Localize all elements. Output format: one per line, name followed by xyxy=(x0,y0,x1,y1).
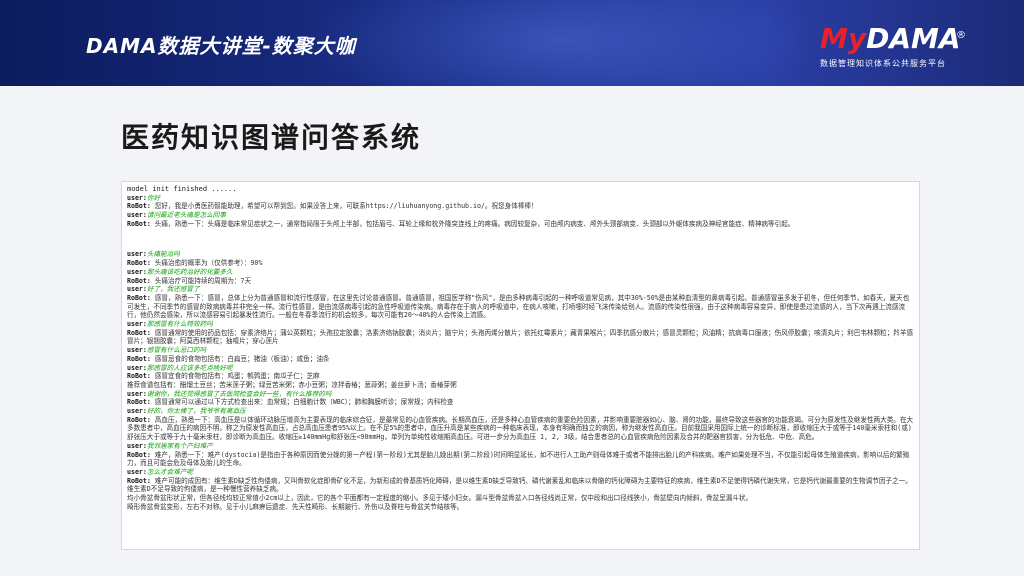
message-text: 感冒，熟悉一下：感冒，总体上分为普通感冒和流行性感冒，在这里先讨论普通感冒。普通… xyxy=(127,293,910,320)
user-message: user:那感冒的人应该多吃点啥好呢 xyxy=(127,364,915,373)
message-text: 我邻居家有个产妇难产 xyxy=(146,441,213,450)
bot-message: RoBot: 头痛治愈的概率为（仅供参考）：90% xyxy=(127,259,915,268)
user-prefix: user: xyxy=(127,250,147,259)
bot-message: RoBot: 感冒通常的使用的药品包括：穿素济络片；蒲公英颗粒；头孢拉定胶囊；洛… xyxy=(127,329,915,346)
user-prefix: user: xyxy=(127,346,147,355)
bot-prefix: RoBot: xyxy=(127,328,151,337)
bot-message: 推荐食谱包括有：醋熘土豆丝；苦米莲子粥；绿豆苦米粥；赤小豆粥；凉拌香椿；葱蒜粥；… xyxy=(127,381,915,390)
user-prefix: user: xyxy=(127,193,147,202)
message-text: 感冒宜食的食物包括有：鸡蛋；鹌鹑蛋；南瓜子仁；芝麻 xyxy=(150,372,320,381)
message-text: 好的，你太棒了，我爷爷有高血压 xyxy=(146,407,246,416)
message-text: 那头痛该吃药治好的化要多久 xyxy=(146,267,233,276)
user-prefix: user: xyxy=(127,407,147,416)
bot-prefix: RoBot: xyxy=(127,202,151,211)
message-text: 感冒有什么忌口的吗 xyxy=(146,346,207,355)
system-line: model init finished ...... xyxy=(127,185,237,193)
message-text: 均小骨盆骨盆形状正常，但各径线均较正常值小2cm以上，因此，它的各个平面都有一定… xyxy=(127,494,753,503)
bot-prefix: RoBot: xyxy=(127,415,151,424)
user-message: user:好的，你太棒了，我爷爷有高血压 xyxy=(127,407,915,416)
bot-prefix: RoBot: xyxy=(127,293,151,302)
bot-prefix: RoBot: xyxy=(127,259,151,268)
bot-prefix: RoBot: xyxy=(127,476,151,485)
dama-logo: MyDAMA ® 数据管理知识体系公共服务平台 xyxy=(820,24,1000,76)
page-title: 医药知识图谱问答系统 xyxy=(121,121,422,154)
console-output[interactable]: model init finished ...... user:你好 RoBot:… xyxy=(121,181,920,550)
user-prefix: user: xyxy=(127,320,147,329)
message-text: 头痛能治吗 xyxy=(146,250,180,259)
user-prefix: user: xyxy=(127,389,147,398)
message-text: 感冒忌食的食物包括有：白扁豆；猪油（板油）；咸鱼；油条 xyxy=(150,354,330,363)
message-text: 头痛，熟悉一下：头痛是临床常见症状之一，通常指局限于头颅上半部，包括眉弓、耳轮上… xyxy=(150,219,795,228)
user-message: user:我邻居家有个产妇难产 xyxy=(127,442,915,451)
user-message: user:那感冒有什么特效药吗 xyxy=(127,320,915,329)
message-text: 感冒通常的使用的药品包括：穿素济络片；蒲公英颗粒；头孢拉定胶囊；洛素济络钠胶囊；… xyxy=(127,328,914,346)
message-text: 那感冒的人应该多吃点啥好呢 xyxy=(146,363,233,372)
user-prefix: user: xyxy=(127,267,147,276)
bot-message: RoBot: 感冒通常可以通过以下方式检查出来：血常规；白细胞计数（WBC）；肺… xyxy=(127,398,915,407)
user-message: user:请问最近老头痛是怎么回事 xyxy=(127,211,915,220)
user-message: user:好了，我还感冒了 xyxy=(127,285,915,294)
header-glow xyxy=(300,0,820,86)
logo-wordmark: MyDAMA xyxy=(820,24,1000,54)
bot-message: RoBot: 感冒忌食的食物包括有：白扁豆；猪油（板油）；咸鱼；油条 xyxy=(127,355,915,364)
logo-dama: DAMA xyxy=(866,22,961,55)
logo-subtitle: 数据管理知识体系公共服务平台 xyxy=(820,59,946,68)
message-text: 你好 xyxy=(146,193,161,202)
message-text: 感冒通常可以通过以下方式检查出来：血常规；白细胞计数（WBC）；肺和胸膜听诊；尿… xyxy=(150,398,454,407)
user-message: user:感冒有什么忌口的吗 xyxy=(127,346,915,355)
bot-message: RoBot: 难产，熟悉一下：难产(dystocia)是指由于各种原因而使分娩的… xyxy=(127,451,915,468)
bot-message: RoBot: 高血压，熟悉一下：高血压是以体循环动脉压增高为主要表现的临床综合征… xyxy=(127,416,915,442)
message-text: 畸形骨盆骨盆变形，左右不对称。见于小儿麻痹后遗症、先天性畸形、长期跛行、外伤以及… xyxy=(127,502,464,511)
message-text: 头痛治愈的概率为（仅供参考）：90% xyxy=(150,259,263,268)
message-text: 怎么才会难产呢 xyxy=(146,467,194,476)
bot-message: RoBot: 感冒宜食的食物包括有：鸡蛋；鹌鹑蛋；南瓜子仁；芝麻 xyxy=(127,372,915,381)
bot-prefix: RoBot: xyxy=(127,276,151,285)
message-text: 高血压，熟悉一下：高血压是以体循环动脉压增高为主要表现的临床综合征，是最常见的心… xyxy=(127,415,914,442)
message-text: 谢谢你，我还觉得感冒了去医院检查会好一些，有什么推荐的吗 xyxy=(146,389,332,398)
user-message: user:那头痛该吃药治好的化要多久 xyxy=(127,268,915,277)
bot-prefix: RoBot: xyxy=(127,372,151,381)
user-prefix: user: xyxy=(127,211,147,220)
bot-message: RoBot: 感冒，熟悉一下：感冒，总体上分为普通感冒和流行性感冒，在这里先讨论… xyxy=(127,294,915,320)
registered-mark: ® xyxy=(956,30,966,41)
user-message: user:怎么才会难产呢 xyxy=(127,468,915,477)
message-text: 难产，熟悉一下：难产(dystocia)是指由于各种原因而使分娩的第一产程(第一… xyxy=(127,450,910,468)
user-prefix: user: xyxy=(127,363,147,372)
message-text: 推荐食谱包括有：醋熘土豆丝；苦米莲子粥；绿豆苦米粥；赤小豆粥；凉拌香椿；葱蒜粥；… xyxy=(127,380,457,389)
bot-message: RoBot: 头痛，熟悉一下：头痛是临床常见症状之一，通常指局限于头颅上半部，包… xyxy=(127,220,915,229)
bot-message: RoBot: 难产可能的成因有：维生素D缺乏性佝偻病，又叫骨软化症即骨矿化不足，… xyxy=(127,477,915,494)
user-prefix: user: xyxy=(127,467,147,476)
message-text: 难产可能的成因有：维生素D缺乏性佝偻病，又叫骨软化症即骨矿化不足，为新形成的骨基… xyxy=(127,476,912,494)
user-prefix: user: xyxy=(127,285,147,294)
bot-prefix: RoBot: xyxy=(127,450,151,459)
bot-prefix: RoBot: xyxy=(127,354,151,363)
header-title: DAMA数据大讲堂-数聚大咖 xyxy=(86,34,356,58)
header-bar: DAMA数据大讲堂-数聚大咖 MyDAMA ® 数据管理知识体系公共服务平台 xyxy=(0,0,1024,86)
message-text: 好了，我还感冒了 xyxy=(146,285,200,294)
bot-message: 均小骨盆骨盆形状正常，但各径线均较正常值小2cm以上，因此，它的各个平面都有一定… xyxy=(127,494,915,503)
message-text: 请问最近老头痛是怎么回事 xyxy=(146,211,226,220)
message-text: 那感冒有什么特效药吗 xyxy=(146,320,213,329)
bot-message: RoBot: 您好，我是小勇医药智能助理，希望可以帮到您。如果没答上来，可联系h… xyxy=(127,202,915,211)
message-text: 头痛治疗可能持续的周期为：7天 xyxy=(150,276,252,285)
bot-prefix: RoBot: xyxy=(127,398,151,407)
message-text: 您好，我是小勇医药智能助理，希望可以帮到您。如果没答上来，可联系https://… xyxy=(150,202,538,211)
bot-prefix: RoBot: xyxy=(127,219,151,228)
bot-message: 畸形骨盆骨盆变形，左右不对称。见于小儿麻痹后遗症、先天性畸形、长期跛行、外伤以及… xyxy=(127,503,915,512)
user-message: user:头痛能治吗 xyxy=(127,250,915,259)
console-lines: model init finished ...... user:你好 RoBot:… xyxy=(127,185,915,511)
logo-my: My xyxy=(820,22,867,55)
user-prefix: user: xyxy=(127,441,147,450)
bot-message: RoBot: 头痛治疗可能持续的周期为：7天 xyxy=(127,277,915,286)
